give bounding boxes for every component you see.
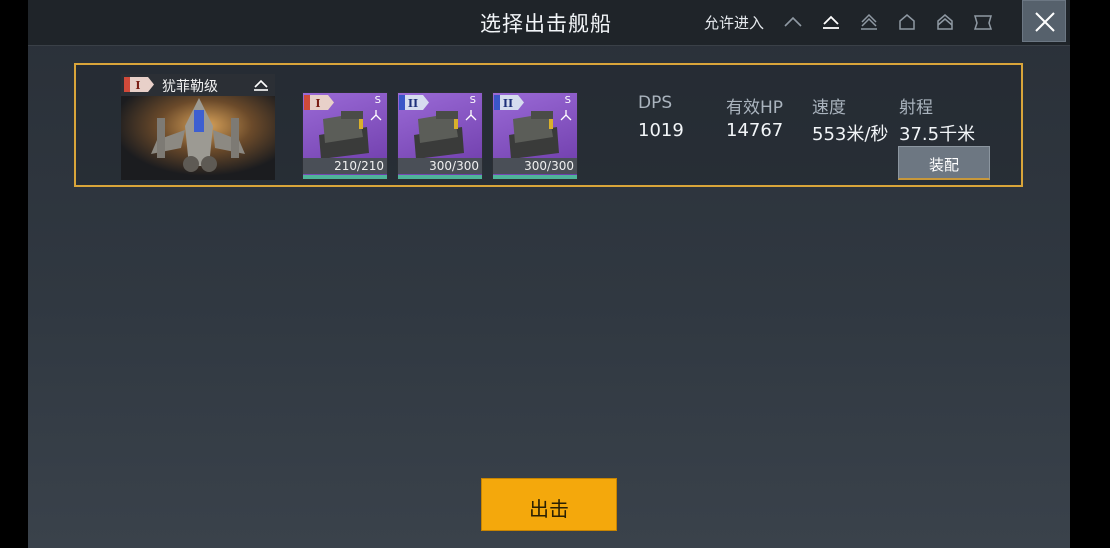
close-button[interactable] [1022, 0, 1066, 42]
tier-4-icon[interactable] [896, 11, 918, 33]
ship-portrait[interactable]: I 犹菲勒级 [121, 74, 275, 180]
range-label: 射程 [899, 98, 933, 118]
rank-badge: I [124, 77, 154, 92]
deploy-button[interactable]: 出击 [481, 478, 617, 531]
ammo-bar [398, 175, 482, 179]
ammo-display: 210/210 [303, 158, 387, 174]
equip-label: 装配 [928, 156, 959, 174]
tier-2-icon[interactable] [820, 11, 842, 33]
ammo-bar [493, 175, 577, 179]
page-title: 选择出击舰船 [480, 12, 612, 36]
dps-label: DPS [638, 93, 673, 113]
weapon-size: S [374, 95, 381, 106]
weapon-size: S [564, 95, 571, 106]
svg-text:I: I [135, 79, 140, 92]
ship-name-bar: I 犹菲勒级 [121, 74, 275, 96]
weapon-slot-2[interactable]: II S 300/300 [397, 92, 483, 180]
tier-3-icon[interactable] [858, 11, 880, 33]
hp-value: 14767 [726, 120, 784, 141]
weapon-slot-3[interactable]: II S 300/300 [492, 92, 578, 180]
ship-tier-icon [254, 79, 268, 91]
speed-label: 速度 [812, 98, 846, 118]
hp-label: 有效HP [726, 98, 784, 118]
tier-5-icon[interactable] [934, 11, 956, 33]
turret-icon [319, 111, 369, 159]
tier-6-icon[interactable] [972, 11, 994, 33]
ship-image [121, 96, 275, 180]
screen: 选择出击舰船 允许进入 I 犹菲勒级 I S 210/210 II S 300/… [0, 0, 1110, 548]
weapon-slot-1[interactable]: I S 210/210 [302, 92, 388, 180]
deploy-label: 出击 [529, 497, 569, 521]
tier-1-icon[interactable] [782, 11, 804, 33]
dps-value: 1019 [638, 120, 684, 141]
header: 选择出击舰船 允许进入 [28, 0, 1070, 46]
speed-value: 553米/秒 [812, 124, 889, 145]
turret-icon [414, 111, 464, 159]
allow-entry-label: 允许进入 [704, 14, 765, 32]
turret-icon [509, 111, 559, 159]
ship-name: 犹菲勒级 [162, 79, 218, 95]
ship-select-panel: 选择出击舰船 允许进入 I 犹菲勒级 I S 210/210 II S 300/… [28, 0, 1070, 548]
range-value: 37.5千米 [899, 124, 976, 145]
ammo-display: 300/300 [493, 158, 577, 174]
ship-card[interactable]: I 犹菲勒级 I S 210/210 II S 300/300 II S 300… [74, 63, 1023, 187]
equip-button[interactable]: 装配 [898, 146, 990, 180]
ammo-bar [303, 175, 387, 179]
close-icon [1035, 12, 1055, 32]
ammo-display: 300/300 [398, 158, 482, 174]
weapon-size: S [469, 95, 476, 106]
